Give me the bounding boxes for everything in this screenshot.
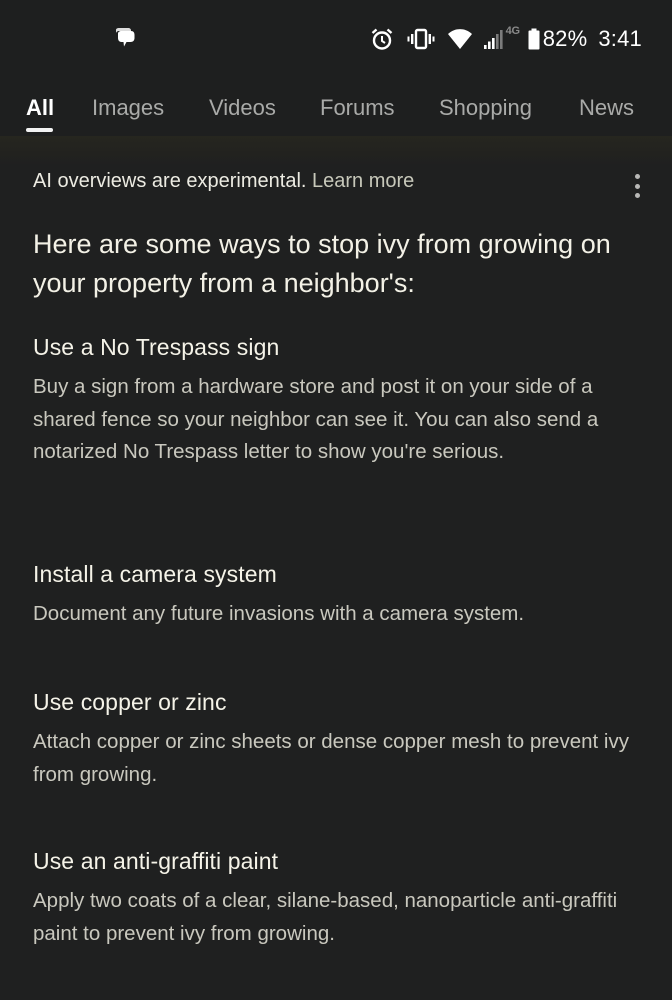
battery-icon (528, 28, 540, 50)
tab-videos[interactable]: Videos (209, 95, 276, 121)
section-body: Apply two coats of a clear, silane-based… (33, 889, 618, 945)
section-title: Install a camera system (33, 561, 277, 587)
tab-all[interactable]: All (26, 95, 54, 121)
messages-icon (112, 27, 138, 49)
ai-overview: AI overviews are experimental. Learn mor… (0, 136, 672, 1000)
tab-shopping[interactable]: Shopping (439, 95, 532, 121)
status-bar: 4G 82% 3:41 (0, 0, 672, 78)
section-body: Attach copper or zinc sheets or dense co… (33, 730, 629, 786)
overview-section: Use a No Trespass sign Buy a sign from a… (33, 332, 653, 469)
vibrate-icon (407, 27, 435, 51)
active-tab-indicator (26, 128, 53, 132)
status-icons: 4G 82% 3:41 (369, 24, 642, 54)
alarm-icon (369, 26, 395, 52)
tab-news[interactable]: News (579, 95, 634, 121)
network-type: 4G (505, 25, 520, 37)
search-tabs: All Images Videos Forums Shopping News (0, 78, 672, 136)
section-title: Use copper or zinc (33, 689, 227, 715)
signal-icon (483, 28, 505, 50)
battery-percent: 82% (542, 26, 588, 51)
wifi-icon (447, 28, 473, 50)
overview-section: Use an anti-graffiti paint Apply two coa… (33, 846, 653, 950)
overview-section: Install a camera system Document any fut… (33, 559, 653, 631)
clock: 3:41 (598, 26, 642, 51)
section-body: Buy a sign from a hardware store and pos… (33, 375, 599, 464)
notice-text: AI overviews are experimental. (33, 170, 307, 192)
section-title: Use a No Trespass sign (33, 334, 280, 360)
overview-section: Use copper or zinc Attach copper or zinc… (33, 687, 653, 791)
learn-more-link[interactable]: Learn more (312, 170, 414, 192)
tab-forums[interactable]: Forums (320, 95, 395, 121)
section-title: Use an anti-graffiti paint (33, 848, 279, 874)
overview-headline: Here are some ways to stop ivy from grow… (33, 229, 611, 298)
ai-overview-notice: AI overviews are experimental. Learn mor… (33, 170, 414, 193)
section-body: Document any future invasions with a cam… (33, 602, 525, 625)
more-vert-icon[interactable] (630, 174, 644, 198)
tab-images[interactable]: Images (92, 95, 164, 121)
